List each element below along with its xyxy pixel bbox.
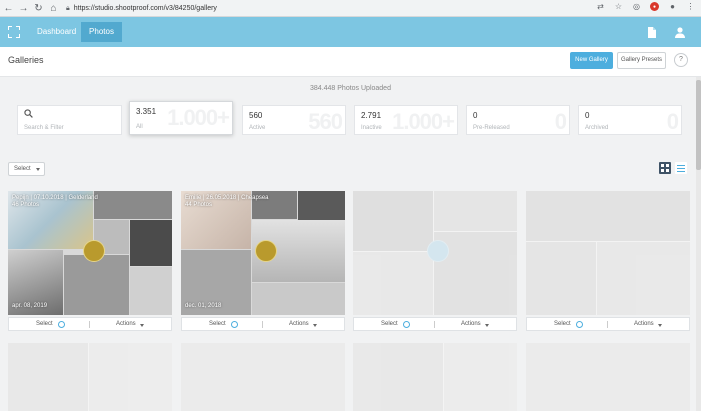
select-button[interactable]: Select [36, 321, 53, 327]
stat-pre-released-value: 0 [473, 111, 478, 120]
chevron-down-icon [485, 324, 489, 327]
gallery-cover-image [181, 191, 345, 315]
select-checkbox[interactable] [403, 321, 410, 328]
gallery-card[interactable] [181, 343, 345, 411]
stat-active-ghost: 560 [308, 109, 343, 134]
gallery-card-actions: Select Actions [181, 317, 345, 331]
browser-toolbar: ← → ↻ ⌂ 🔒︎ https://studio.shootproof.com… [0, 0, 701, 17]
page-title: Galleries [8, 55, 44, 65]
chevron-down-icon [658, 324, 662, 327]
gallery-cover-image [526, 191, 690, 315]
gallery-photo-count: 46 Photos [12, 202, 40, 208]
profile-icon[interactable]: ● [668, 2, 677, 11]
gallery-photo-count: 44 Photos [185, 202, 213, 208]
menu-icon[interactable]: ⋮ [686, 2, 695, 11]
stat-archived-ghost: 0 [666, 109, 679, 134]
select-button[interactable]: Select [381, 321, 398, 327]
stat-all-ghost: 1.000+ [167, 105, 230, 130]
stat-inactive-label: Inactive [361, 125, 382, 131]
gallery-card[interactable] [526, 343, 690, 411]
studio-logo-badge [83, 240, 105, 262]
chevron-down-icon [313, 324, 317, 327]
gallery-card-actions: Select Actions [353, 317, 517, 331]
actions-dropdown[interactable]: Actions [289, 321, 309, 327]
actions-dropdown[interactable]: Actions [116, 321, 136, 327]
stat-active-label: Active [249, 125, 266, 131]
gallery-date: dec. 01, 2018 [185, 303, 222, 309]
stat-inactive-card[interactable]: 1.000+ 2.791 Inactive [354, 105, 458, 135]
translate-icon[interactable]: ⇄ [596, 2, 605, 11]
stat-archived-value: 0 [585, 111, 590, 120]
actions-dropdown[interactable]: Actions [634, 321, 654, 327]
search-filter-card[interactable]: Search & Filter [17, 105, 122, 135]
gallery-title: Emilie | 26.05.2018 | Cheapsea [185, 195, 269, 201]
gallery-card[interactable] [8, 343, 172, 411]
stat-archived-card[interactable]: 0 0 Archived [578, 105, 682, 135]
stat-inactive-ghost: 1.000+ [392, 109, 455, 134]
new-gallery-button[interactable]: New Gallery [570, 52, 613, 69]
select-button[interactable]: Select [209, 321, 226, 327]
fullscreen-icon[interactable] [8, 26, 20, 38]
lock-icon: 🔒︎ [66, 4, 70, 12]
chevron-down-icon [36, 168, 40, 171]
gallery-card[interactable] [353, 191, 517, 315]
stat-active-value: 560 [249, 111, 263, 120]
photos-uploaded-summary: 384.448 Photos Uploaded [310, 85, 391, 92]
list-view-icon[interactable] [675, 162, 687, 174]
stat-all-value: 3.351 [136, 107, 157, 116]
extension-badge-icon[interactable]: ● [650, 2, 659, 11]
select-checkbox[interactable] [576, 321, 583, 328]
actions-dropdown[interactable]: Actions [461, 321, 481, 327]
forward-icon[interactable]: → [17, 2, 30, 15]
gallery-card[interactable]: Emilie | 26.05.2018 | Cheapsea 44 Photos… [181, 191, 345, 315]
bulk-select-dropdown[interactable]: Select [8, 162, 45, 176]
page-toolbar: Galleries New Gallery Gallery Presets ? [0, 47, 701, 77]
url-text: https://studio.shootproof.com/v3/84250/g… [73, 5, 217, 12]
gallery-card[interactable] [353, 343, 517, 411]
search-filter-label: Search & Filter [24, 125, 64, 131]
chevron-down-icon [140, 324, 144, 327]
gallery-meta: Emilie | 26.05.2018 | Cheapsea 44 Photos [185, 195, 269, 209]
document-icon[interactable] [646, 26, 658, 38]
stat-pre-released-card[interactable]: 0 0 Pre-Released [466, 105, 570, 135]
star-icon[interactable]: ☆ [614, 2, 623, 11]
stat-pre-released-ghost: 0 [554, 109, 567, 134]
scrollbar-thumb[interactable] [696, 80, 701, 170]
gallery-presets-button[interactable]: Gallery Presets [617, 52, 666, 69]
gallery-card[interactable]: Pepijn | 07.10.2018 | Gelderland 46 Phot… [8, 191, 172, 315]
select-button[interactable]: Select [554, 321, 571, 327]
tab-dashboard[interactable]: Dashboard [28, 22, 85, 42]
gallery-card[interactable] [526, 191, 690, 315]
gallery-card-actions: Select Actions [8, 317, 172, 331]
user-icon[interactable] [674, 26, 686, 38]
bulk-select-label: Select [14, 166, 31, 172]
select-checkbox[interactable] [231, 321, 238, 328]
search-icon [24, 109, 33, 121]
grid-view-icon[interactable] [659, 162, 671, 174]
select-checkbox[interactable] [58, 321, 65, 328]
stat-archived-label: Archived [585, 125, 609, 131]
stat-all-card[interactable]: 1.000+ 3.351 All [129, 101, 233, 135]
studio-logo-badge [255, 240, 277, 262]
gallery-cover-image [8, 191, 172, 315]
help-button[interactable]: ? [674, 53, 688, 67]
address-bar[interactable]: 🔒︎ https://studio.shootproof.com/v3/8425… [66, 3, 594, 14]
stat-all-label: All [136, 124, 143, 130]
home-icon[interactable]: ⌂ [47, 2, 60, 15]
tab-photos[interactable]: Photos [81, 22, 122, 42]
gallery-title: Pepijn | 07.10.2018 | Gelderland [12, 195, 98, 201]
stat-active-card[interactable]: 560 560 Active [242, 105, 346, 135]
gallery-cover-image [353, 191, 517, 315]
gallery-meta: Pepijn | 07.10.2018 | Gelderland 46 Phot… [12, 195, 98, 209]
reload-icon[interactable]: ↻ [32, 2, 45, 15]
gallery-date: apr. 08, 2019 [12, 303, 48, 309]
app-header: Dashboard Photos [0, 17, 701, 47]
stat-pre-released-label: Pre-Released [473, 125, 510, 131]
back-icon[interactable]: ← [2, 2, 15, 15]
stat-inactive-value: 2.791 [361, 111, 382, 120]
gallery-card-actions: Select Actions [526, 317, 690, 331]
extension-icon[interactable]: ◎ [632, 2, 641, 11]
